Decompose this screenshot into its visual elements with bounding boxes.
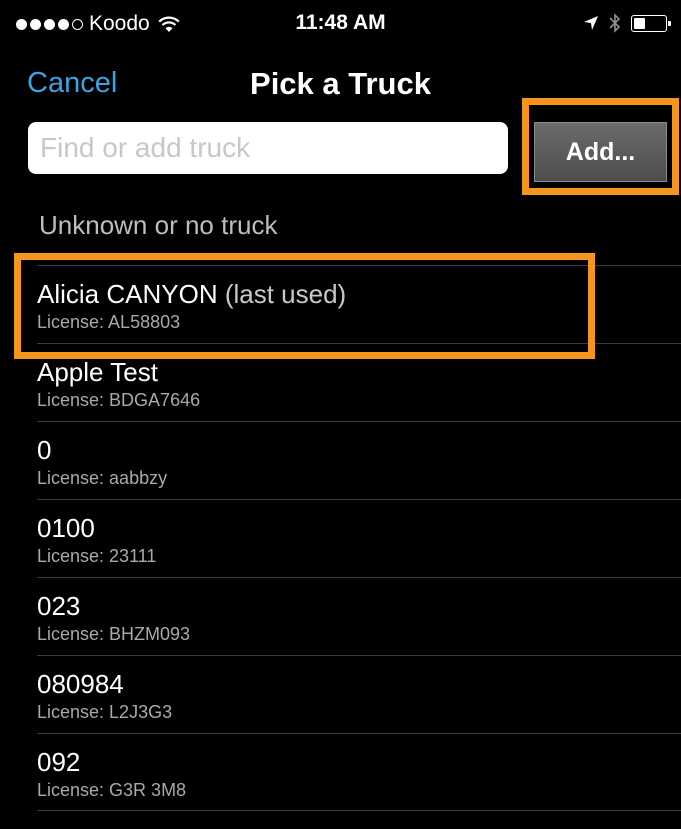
battery-tip (668, 20, 671, 26)
truck-name: 023 (37, 591, 81, 621)
add-truck-button[interactable]: Add... (534, 122, 667, 182)
truck-license: License: 23111 (37, 546, 157, 566)
truck-name: Alicia CANYON (37, 279, 218, 309)
battery-fill (634, 17, 645, 29)
truck-name-line: 0 (37, 435, 681, 465)
bluetooth-icon (609, 13, 621, 33)
truck-list-item[interactable]: 0100 License: 23111 (37, 499, 681, 577)
location-arrow-icon (584, 16, 598, 30)
truck-name-line: Alicia CANYON (last used) (37, 279, 681, 309)
truck-list: Alicia CANYON (last used) License: AL5880… (0, 265, 681, 811)
truck-license: License: BHZM093 (37, 624, 191, 644)
truck-license: License: L2J3G3 (37, 702, 173, 722)
truck-license: License: G3R 3M8 (37, 780, 187, 800)
truck-name-line: 0100 (37, 513, 681, 543)
truck-name-line: 092 (37, 747, 681, 777)
truck-license: License: aabbzy (37, 468, 168, 488)
truck-list-item[interactable]: 0 License: aabbzy (37, 421, 681, 499)
truck-list-item[interactable]: 023 License: BHZM093 (37, 577, 681, 655)
unknown-or-no-truck-option[interactable]: Unknown or no truck (39, 210, 277, 241)
status-time: 11:48 AM (295, 11, 386, 34)
truck-license: License: AL58803 (37, 312, 181, 332)
truck-name-line: 080984 (37, 669, 681, 699)
truck-name: 092 (37, 747, 81, 777)
last-used-note: (last used) (224, 279, 347, 309)
battery-icon (631, 14, 671, 32)
truck-name: 080984 (37, 669, 124, 699)
status-bar: Koodo 11:48 AM (0, 0, 681, 50)
status-right (583, 13, 671, 33)
truck-list-item[interactable]: Alicia CANYON (last used) License: AL5880… (37, 265, 681, 343)
truck-name-line: Apple Test (37, 357, 681, 387)
truck-list-item[interactable]: Apple Test License: BDGA7646 (37, 343, 681, 421)
truck-name: 0 (37, 435, 52, 465)
truck-list-item[interactable]: 080984 License: L2J3G3 (37, 655, 681, 733)
truck-name: Apple Test (37, 357, 158, 387)
find-or-add-truck-input[interactable] (28, 122, 508, 174)
page-title: Pick a Truck (250, 66, 431, 101)
truck-name-line: 023 (37, 591, 681, 621)
truck-list-item[interactable]: 092 License: G3R 3M8 (37, 733, 681, 811)
truck-license: License: BDGA7646 (37, 390, 201, 410)
navigation-bar: Cancel Pick a Truck (0, 50, 681, 114)
truck-name: 0100 (37, 513, 95, 543)
